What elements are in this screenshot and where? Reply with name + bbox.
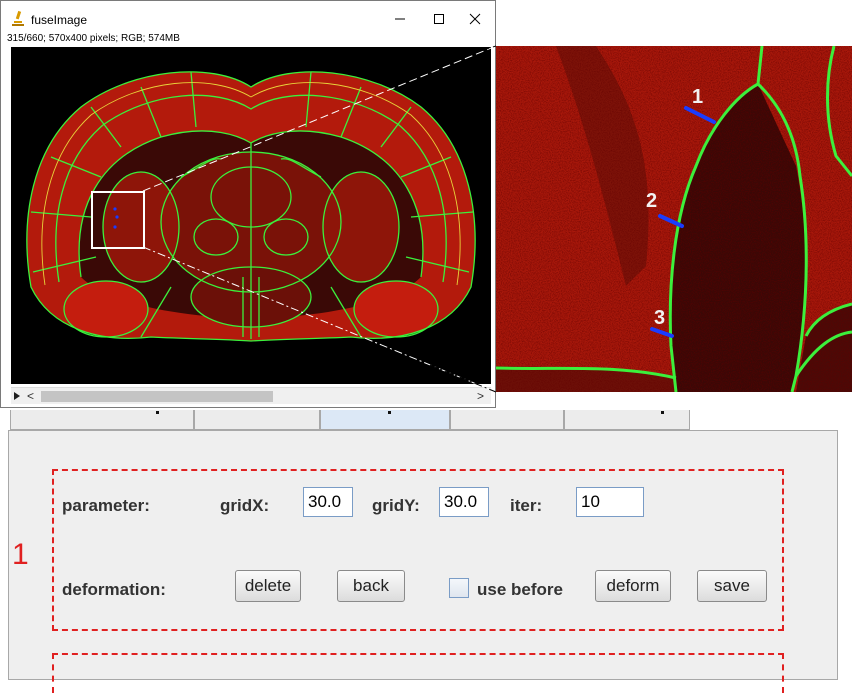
window-title: fuseImage [31,13,88,27]
maximize-button[interactable] [425,9,453,29]
use-before-checkbox[interactable] [449,578,469,598]
tab-1[interactable] [10,410,194,430]
maximize-icon [434,14,444,24]
section-number: 1 [12,538,29,571]
scroll-thumb[interactable] [41,391,273,402]
scroll-left-button[interactable]: < [27,389,34,403]
tab-5[interactable] [564,410,690,430]
highlight-box-1 [52,469,784,631]
highlight-box-2 [52,653,784,693]
minimize-icon [395,18,405,20]
gridx-input[interactable] [303,487,353,517]
title-bar[interactable]: fuseImage [1,1,495,33]
iter-input[interactable] [576,487,644,517]
landmark-label-3: 3 [654,307,665,329]
gridx-label: gridX: [220,496,270,515]
microscope-icon [12,10,24,26]
deform-button[interactable]: deform [595,570,671,602]
tab-2[interactable] [194,410,320,430]
tab-content [8,430,838,693]
landmark-label-2: 2 [646,190,657,212]
tab-4[interactable] [450,410,564,430]
scroll-right-button[interactable]: > [477,389,484,403]
use-before-label[interactable]: use before [477,580,563,600]
back-button[interactable]: back [337,570,405,602]
parameter-label: parameter: [62,496,150,515]
gridy-label: gridY: [372,496,420,515]
iter-label: iter: [510,496,543,515]
image-window: fuseImage 315/660; 570x400 pixels; RGB; … [0,0,496,408]
horizontal-scrollbar[interactable]: < > [11,387,491,404]
gridy-input[interactable] [439,487,489,517]
deformation-label: deformation: [62,580,166,599]
image-status: 315/660; 570x400 pixels; RGB; 574MB [7,33,180,44]
play-icon[interactable] [14,392,20,400]
delete-button[interactable]: delete [235,570,301,602]
landmark-label-1: 1 [692,86,703,108]
tab-strip [6,410,838,430]
save-button[interactable]: save [697,570,767,602]
close-button[interactable] [461,9,489,29]
minimize-button[interactable] [386,9,414,29]
zoomed-inset: 1 2 3 [496,46,852,392]
control-panel: 1 parameter: gridX: gridY: iter: deforma… [0,410,852,693]
tab-3-active[interactable] [320,410,450,430]
close-icon [469,13,481,25]
image-canvas[interactable] [11,47,491,384]
